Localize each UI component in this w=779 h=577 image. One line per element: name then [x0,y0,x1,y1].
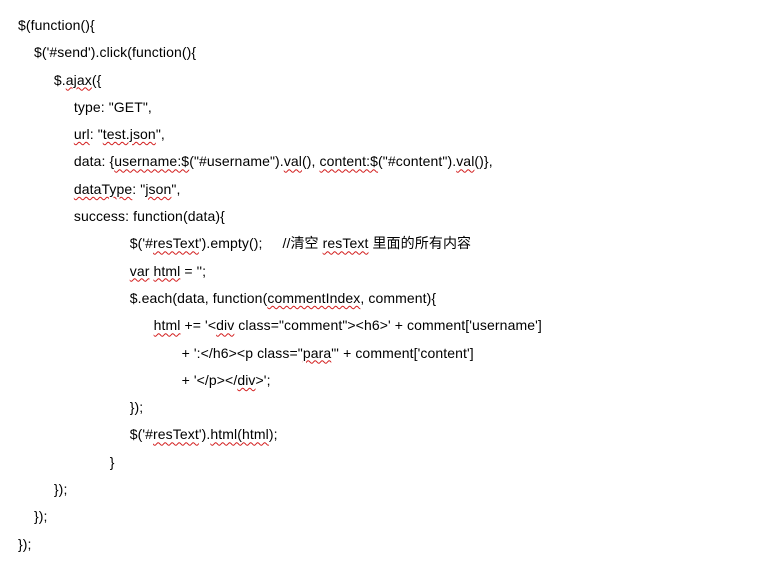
code-line: }); [18,399,143,415]
code-line: }); [18,508,48,524]
code-line: dataType: "json", [18,181,180,197]
code-line: $(function(){ [18,17,95,33]
code-line: $('#resText').empty(); //清空 resText 里面的所… [18,235,471,251]
code-line: + ':</h6><p class="para"' + comment['con… [18,345,474,361]
code-line: type: "GET", [18,99,152,115]
code-line: success: function(data){ [18,208,225,224]
code-line: html += '<div class="comment"><h6>' + co… [18,317,542,333]
code-line: url: "test.json", [18,126,165,142]
code-line: $.each(data, function(commentIndex, comm… [18,290,436,306]
code-line: } [18,454,115,470]
code-line: data: {username:$("#username").val(), co… [18,153,493,169]
code-block: $(function(){ $('#send').click(function(… [18,12,761,558]
code-line: + '</p></div>'; [18,372,271,388]
code-line: var html = ''; [18,263,206,279]
code-line: $('#send').click(function(){ [18,44,196,60]
code-line: }); [18,481,67,497]
code-line: $.ajax({ [18,72,101,88]
code-line: }); [18,536,32,552]
code-line: $('#resText').html(html); [18,426,278,442]
